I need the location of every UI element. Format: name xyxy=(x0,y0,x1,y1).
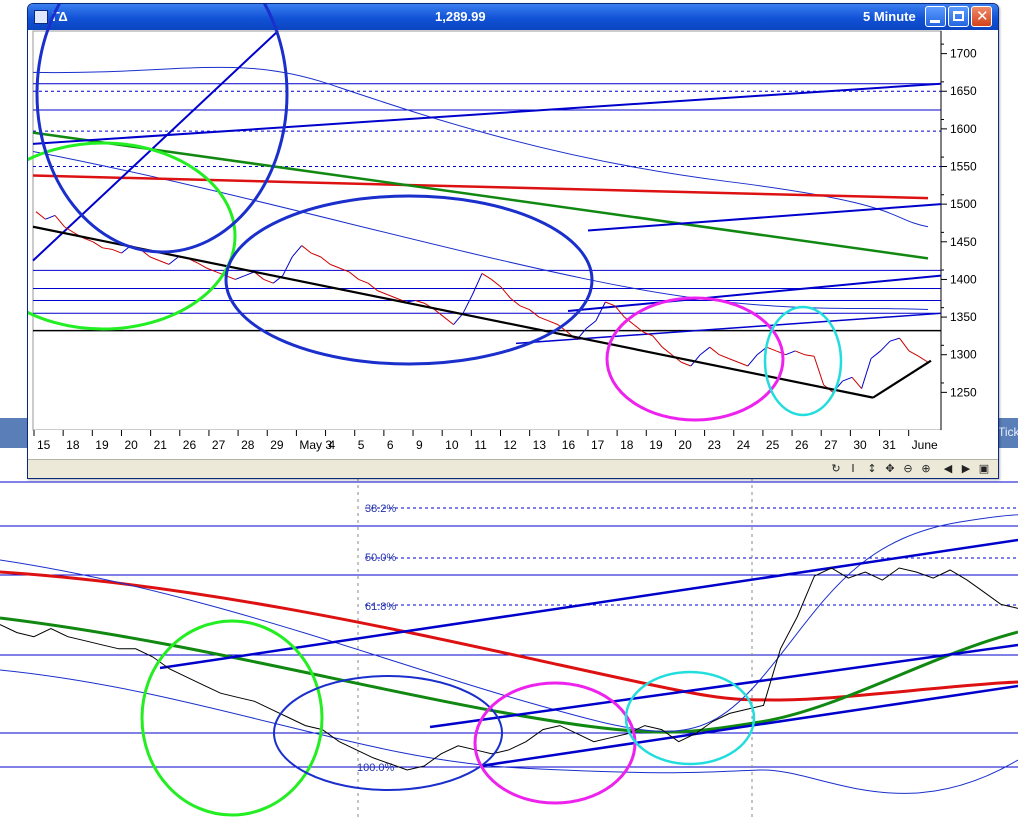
x-tick-label: 18 xyxy=(620,438,634,452)
x-tick-label: 26 xyxy=(795,438,809,452)
x-tick-label: 6 xyxy=(387,438,394,452)
x-tick-label: 16 xyxy=(562,438,576,452)
x-tick-label: 28 xyxy=(241,438,255,452)
x-tick-label: May 3 xyxy=(299,438,332,452)
y-tick-label: 1250 xyxy=(950,385,977,399)
fibonacci-label: 38.2% xyxy=(365,503,396,515)
x-tick-label: 20 xyxy=(124,438,138,452)
x-tick-label: 23 xyxy=(708,438,722,452)
y-tick-label: 1700 xyxy=(950,47,977,61)
x-tick-label: 21 xyxy=(154,438,168,452)
x-tick-label: 11 xyxy=(474,438,487,452)
plot-area xyxy=(32,30,942,431)
y-tick-label: 1400 xyxy=(950,272,977,286)
pan-icon[interactable]: ✥ xyxy=(882,462,898,476)
x-tick-label: 9 xyxy=(416,438,423,452)
lower-red-moving-average xyxy=(0,570,1018,702)
fibonacci-label: 61.8% xyxy=(365,601,396,613)
x-tick-label: 25 xyxy=(766,438,780,452)
x-tick-label: 10 xyxy=(445,438,459,452)
scroll-right-icon[interactable]: ▶ xyxy=(958,462,974,476)
y-tick-label: 1650 xyxy=(950,84,977,98)
text-cursor-icon[interactable]: I xyxy=(845,462,861,476)
chart-window: ΓΔ 1,289.99 5 Minute ✕ 1250 1300 1350 1400 1… xyxy=(27,3,999,479)
y-tick-label: 1500 xyxy=(950,197,977,211)
scroll-vertical-icon[interactable]: ↕ xyxy=(864,462,880,476)
lower-magenta-circle xyxy=(473,681,637,805)
chart-toolbar: ↻ I ↕ ✥ ⊖ ⊕ ◀ ▶ ▣ xyxy=(28,459,998,478)
x-tick-label: 19 xyxy=(95,438,109,452)
scroll-left-icon[interactable]: ◀ xyxy=(940,462,956,476)
x-tick-label: June xyxy=(912,438,938,452)
x-tick-label: 20 xyxy=(678,438,692,452)
fibonacci-label: 50.0% xyxy=(365,552,396,564)
zoom-in-icon[interactable]: ⊕ xyxy=(918,462,934,476)
lower-bollinger-upper xyxy=(0,514,1018,732)
x-tick-label: 19 xyxy=(649,438,663,452)
x-tick-label: 31 xyxy=(883,438,897,452)
refresh-icon[interactable]: ↻ xyxy=(828,462,844,476)
x-tick-label: 18 xyxy=(66,438,80,452)
lower-cyan-circle xyxy=(624,670,756,766)
x-tick-label: 24 xyxy=(737,438,751,452)
y-tick-label: 1450 xyxy=(950,235,977,249)
x-tick-label: 13 xyxy=(533,438,547,452)
zoom-out-icon[interactable]: ⊖ xyxy=(900,462,916,476)
x-tick-label: 27 xyxy=(824,438,838,452)
x-tick-label: 15 xyxy=(37,438,51,452)
y-tick-label: 1300 xyxy=(950,348,977,362)
x-tick-label: 30 xyxy=(853,438,867,452)
x-tick-label: 26 xyxy=(183,438,197,452)
x-tick-label: 12 xyxy=(503,438,517,452)
x-tick-label: 5 xyxy=(358,438,365,452)
upper-chart: 1250 1300 1350 1400 1450 1500 1550 1600 1650 1700… xyxy=(28,4,977,458)
y-tick-label: 1600 xyxy=(950,122,977,136)
x-tick-label: 27 xyxy=(212,438,226,452)
x-tick-label: 29 xyxy=(270,438,284,452)
lower-green-circle xyxy=(140,619,324,817)
y-tick-label: 1550 xyxy=(950,160,977,174)
lower-upper-trendline xyxy=(159,538,1018,670)
x-tick-label: 17 xyxy=(591,438,605,452)
y-tick-label: 1350 xyxy=(950,310,977,324)
x-tick-label: 4 xyxy=(329,438,336,452)
restore-panel-icon[interactable]: ▣ xyxy=(976,462,992,476)
